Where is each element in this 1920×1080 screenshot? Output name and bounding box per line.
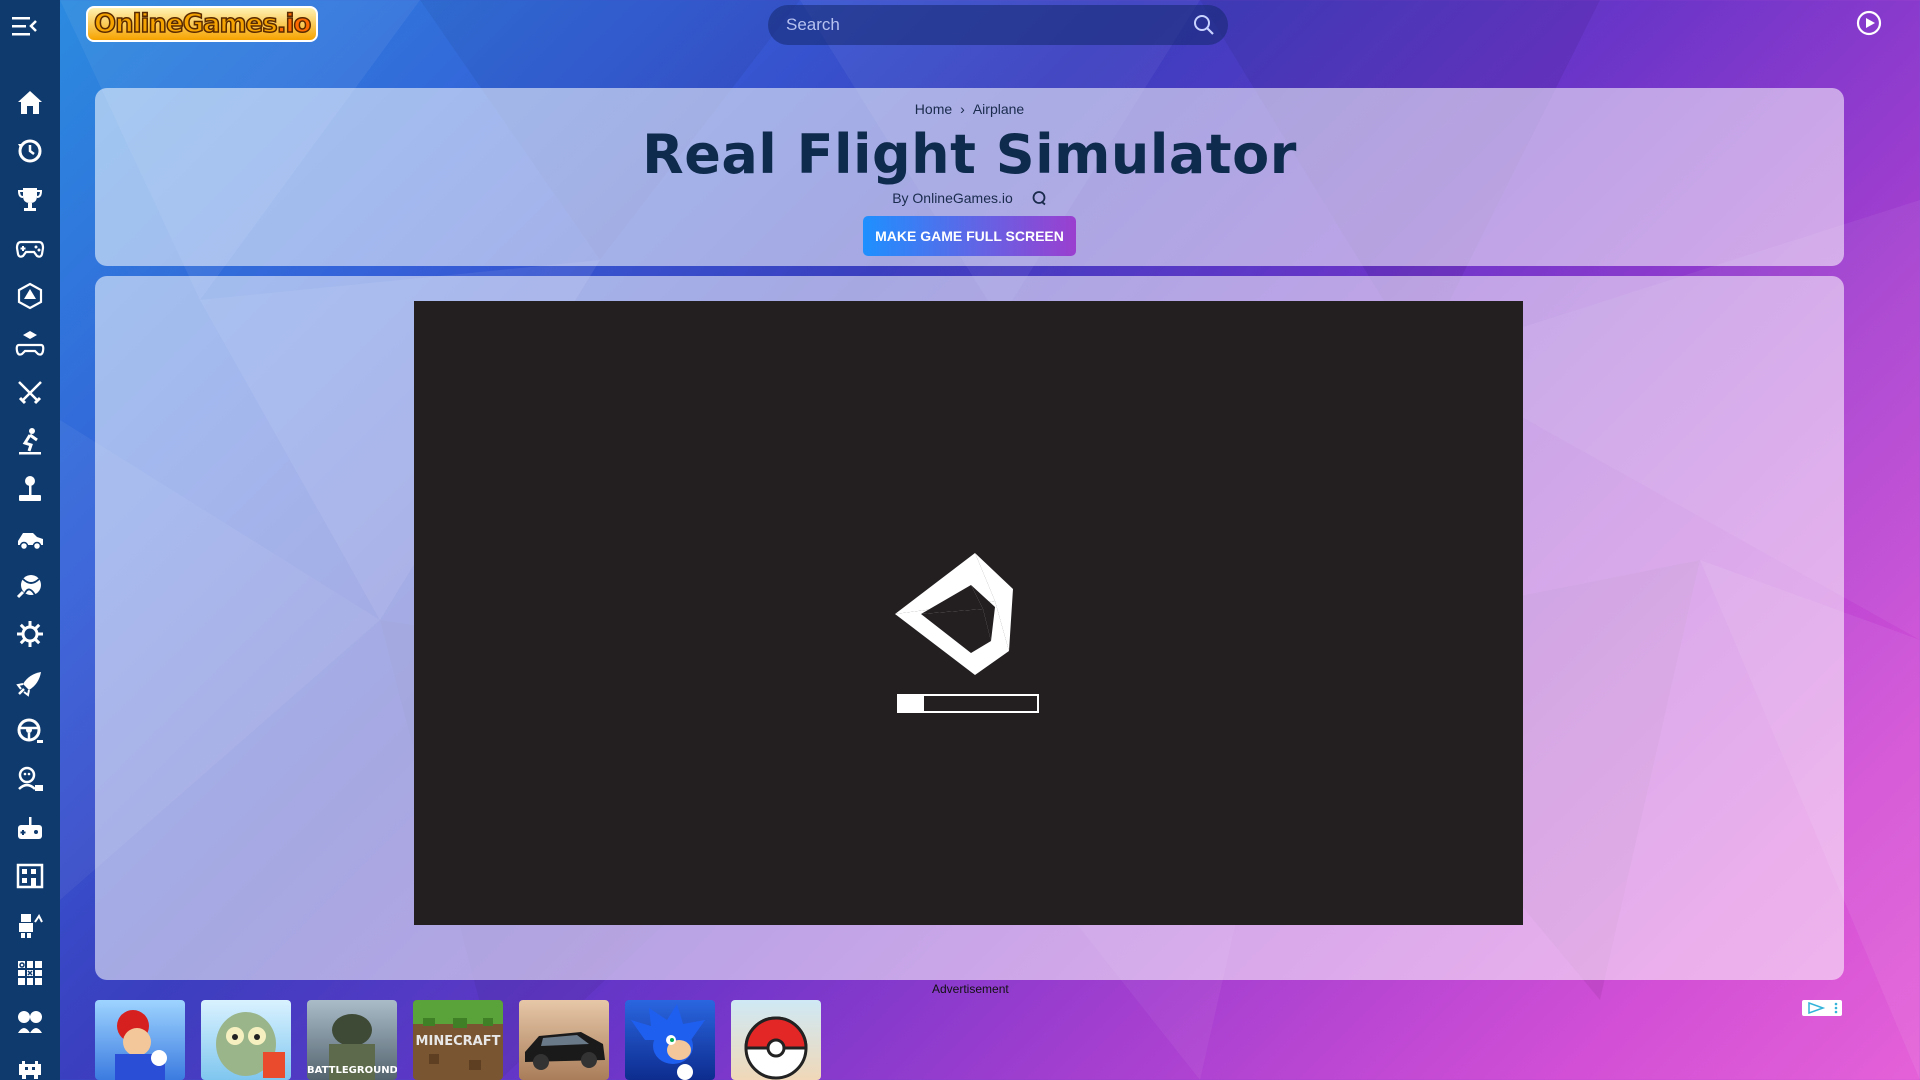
menu-toggle-icon[interactable] (12, 14, 38, 38)
top-bar: OnlineGames .io (60, 0, 1920, 48)
search-icon[interactable] (1192, 13, 1216, 37)
search-input[interactable] (768, 15, 1192, 35)
breadcrumb-separator: › (960, 101, 965, 117)
ad-tile-pokeball[interactable] (731, 1000, 821, 1080)
page-title: Real Flight Simulator (642, 123, 1297, 186)
rocket-icon[interactable] (0, 659, 60, 707)
game-canvas[interactable] (414, 301, 1523, 925)
byline: By OnlineGames.io (95, 190, 1844, 206)
swords-icon[interactable] (0, 368, 60, 416)
ad-tile-zombie[interactable] (201, 1000, 291, 1080)
space-invader-icon[interactable] (0, 1046, 60, 1080)
breadcrumb: Home › Airplane (95, 101, 1844, 117)
byline-text: By OnlineGames.io (892, 190, 1013, 206)
adchoices-play-icon (1808, 1002, 1826, 1014)
puzzle-face-icon[interactable] (0, 755, 60, 803)
building-icon[interactable] (0, 852, 60, 900)
ad-tile-caption: MINECRAFT (415, 1034, 501, 1049)
ad-strip: BATTLEGROUNDS MINECRAFT (95, 1000, 821, 1080)
sonic-image (631, 1004, 705, 1080)
ad-tile-pubg[interactable]: BATTLEGROUNDS (307, 1000, 397, 1080)
controller-icon[interactable] (0, 804, 60, 852)
game-card (95, 276, 1844, 980)
breadcrumb-category[interactable]: Airplane (973, 101, 1024, 117)
racing-icon[interactable] (0, 514, 60, 562)
home-icon[interactable] (0, 78, 60, 126)
history-icon[interactable] (0, 126, 60, 174)
duo-icon[interactable] (0, 997, 60, 1045)
advertisement-label: Advertisement (932, 982, 1009, 996)
gear-icon[interactable] (0, 610, 60, 658)
trophy-icon[interactable] (0, 175, 60, 223)
site-logo[interactable]: OnlineGames .io (86, 6, 319, 42)
logo-suffix: .io (276, 8, 312, 40)
search-bar (768, 5, 1228, 45)
adchoices-icon[interactable] (1802, 1000, 1842, 1016)
mario-image (115, 1010, 167, 1080)
zombie-image (216, 1012, 285, 1078)
breadcrumb-home[interactable]: Home (915, 101, 952, 117)
ad-tile-car[interactable] (519, 1000, 609, 1080)
ad-tile-mario[interactable] (95, 1000, 185, 1080)
puzzle-cube-icon[interactable] (0, 320, 60, 368)
steering-wheel-icon[interactable] (0, 707, 60, 755)
logo-text: OnlineGames (93, 8, 278, 40)
gamepad-icon[interactable] (0, 223, 60, 271)
play-circle-icon[interactable] (1856, 10, 1882, 36)
skater-icon[interactable] (0, 417, 60, 465)
ad-tile-minecraft[interactable]: MINECRAFT (413, 1000, 503, 1080)
sidebar (0, 0, 60, 1080)
fullscreen-button[interactable]: MAKE GAME FULL SCREEN (863, 216, 1076, 256)
game-header-card: Home › Airplane Real Flight Simulator By… (95, 88, 1844, 266)
tictactoe-icon[interactable] (0, 949, 60, 997)
loading-progress-fill (899, 696, 924, 711)
robot-icon[interactable] (0, 901, 60, 949)
comment-icon[interactable] (1031, 190, 1047, 206)
unity-logo-icon (895, 553, 1013, 675)
adchoices-more-icon (1834, 1002, 1838, 1014)
dice-icon[interactable] (0, 272, 60, 320)
ball-icon[interactable] (0, 562, 60, 610)
pokeball-image (744, 1016, 808, 1080)
sidebar-categories (0, 78, 60, 1080)
ad-tile-sonic[interactable] (625, 1000, 715, 1080)
ad-tile-caption: BATTLEGROUNDS (307, 1065, 397, 1076)
joystick-icon[interactable] (0, 465, 60, 513)
car-image (525, 1032, 605, 1070)
loading-progress-bar (897, 694, 1039, 713)
